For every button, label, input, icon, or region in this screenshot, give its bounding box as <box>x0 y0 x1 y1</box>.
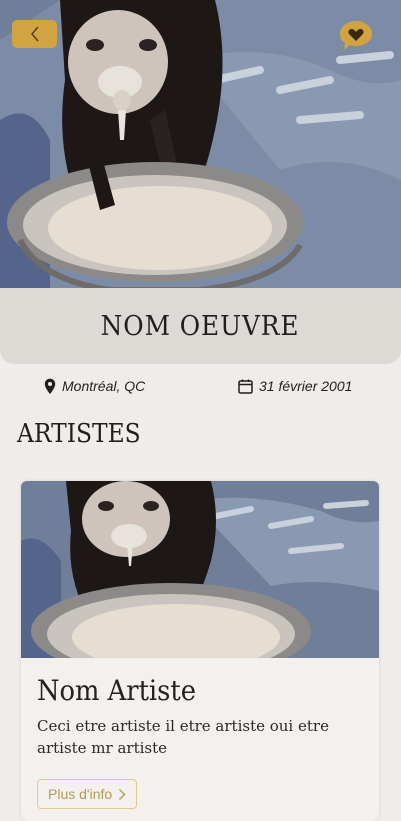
favorite-button[interactable] <box>338 19 374 52</box>
artists-heading: ARTISTES <box>17 419 141 449</box>
artist-name: Nom Artiste <box>37 674 196 707</box>
artwork-title: NOM OEUVRE <box>101 310 300 342</box>
back-button[interactable] <box>12 20 57 48</box>
calendar-icon <box>238 379 253 394</box>
heart-bubble-icon <box>340 21 372 50</box>
artist-photo <box>21 481 379 658</box>
more-info-label: Plus d'info <box>48 786 113 802</box>
artist-description: Ceci etre artiste il etre artiste oui et… <box>37 717 329 757</box>
chevron-left-icon <box>30 26 39 42</box>
map-pin-icon <box>44 378 56 394</box>
artist-card[interactable]: Nom Artiste Ceci etre artiste il etre ar… <box>21 481 379 821</box>
date-text: 31 février 2001 <box>259 378 353 394</box>
more-info-button[interactable]: Plus d'info <box>37 779 138 809</box>
artwork-date: 31 février 2001 <box>238 375 352 397</box>
artwork-title-band: NOM OEUVRE <box>0 288 401 364</box>
location-text: Montréal, QC <box>62 378 146 394</box>
artwork-location: Montréal, QC <box>44 375 145 397</box>
chevron-right-icon <box>119 788 126 800</box>
